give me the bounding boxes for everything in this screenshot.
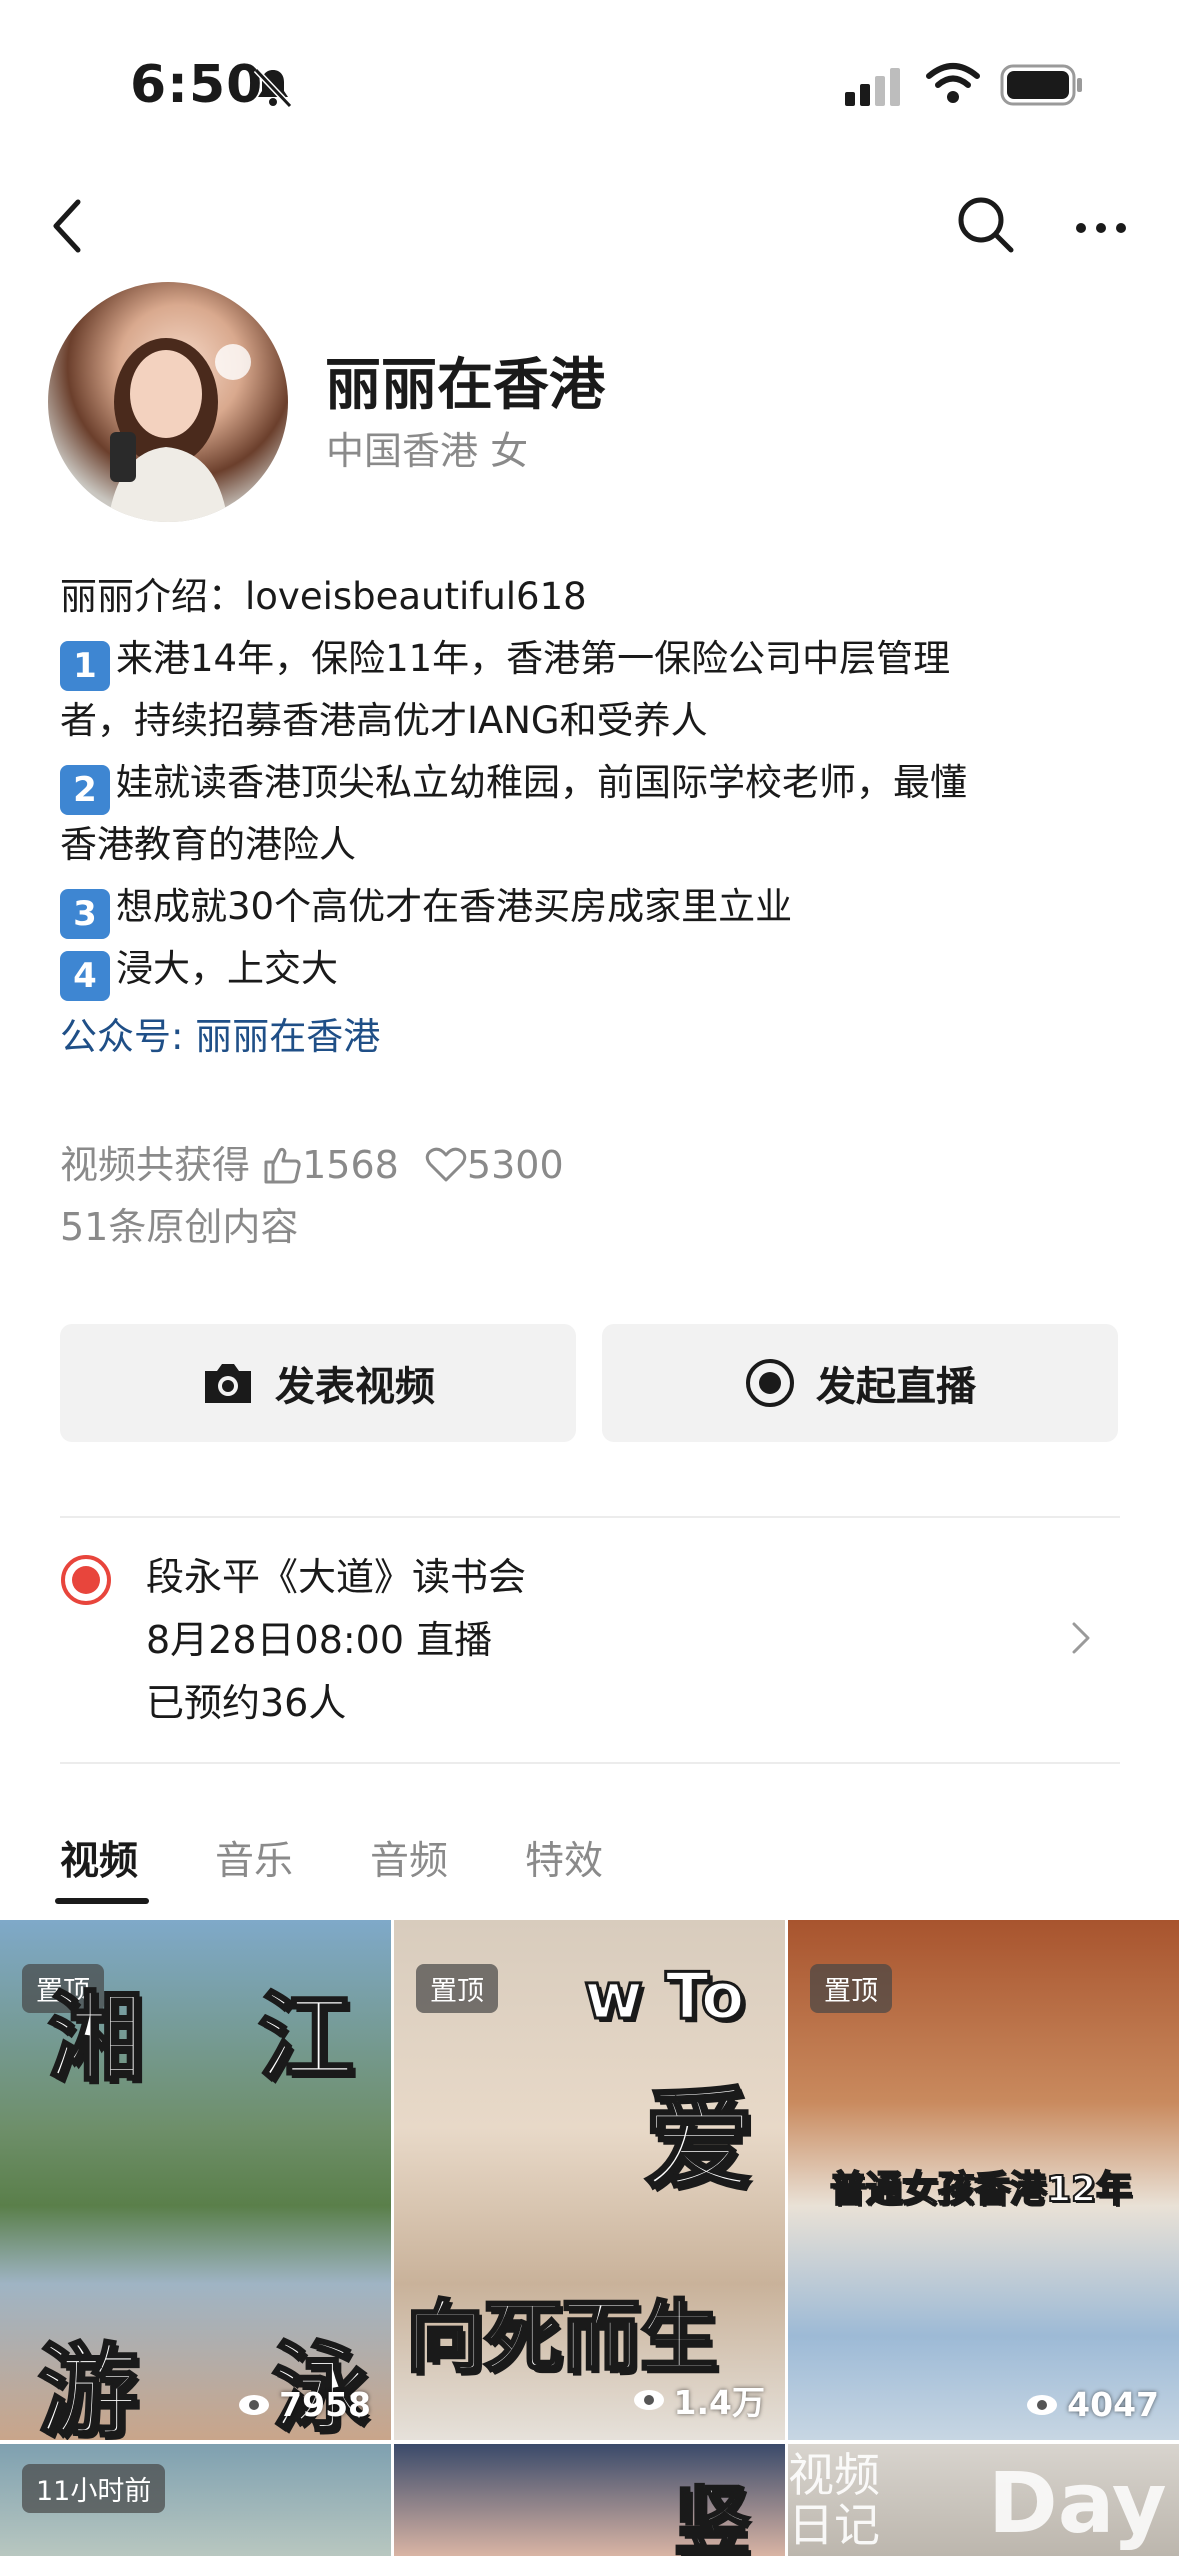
thumbnail-overlay-text: Day	[988, 2454, 1167, 2552]
live-indicator-icon	[61, 1555, 111, 1605]
bio-intro: 丽丽介绍：loveisbeautiful618	[60, 575, 587, 618]
avatar-portrait	[108, 338, 251, 522]
hearts-count: 5300	[466, 1143, 564, 1187]
view-count: 1.4万	[632, 2376, 765, 2424]
live-event-reserved: 已预约36人	[146, 1681, 347, 1725]
video-thumbnail[interactable]: 置顶 普通女孩香港12年 4047	[788, 1920, 1179, 2440]
avatar[interactable]	[48, 282, 288, 522]
thumbnail-overlay-text: 游	[37, 2332, 140, 2441]
tab-underline	[55, 1898, 149, 1904]
original-content-count: 51条原创内容	[60, 1205, 299, 1249]
live-event-time: 8月28日08:00 直播	[146, 1618, 493, 1662]
video-thumbnail[interactable]: 视频 日记 Day	[788, 2444, 1179, 2556]
go-live-button[interactable]: 发起直播	[602, 1324, 1118, 1442]
bio-line: 娃就读香港顶尖私立幼稚园，前国际学校老师，最懂	[116, 761, 967, 804]
number-3-badge: 3	[60, 889, 110, 939]
official-account-link[interactable]: 公众号: 丽丽在香港	[60, 1006, 380, 1068]
tab-audio[interactable]: 音频	[370, 1830, 448, 1886]
profile-name: 丽丽在香港	[325, 353, 605, 418]
thumbnail-overlay-text: 普通女孩香港12年	[829, 2168, 1133, 2211]
eye-icon	[1027, 2394, 1058, 2415]
bio-point-1: 1 来港14年，保险11年，香港第一保险公司中层管理	[60, 628, 950, 691]
bio-point-4: 4 浸大，上交大	[60, 938, 338, 1001]
wifi-icon	[926, 63, 980, 103]
search-icon[interactable]	[955, 194, 1017, 256]
thumbnail-overlay-text: 爱	[643, 2075, 756, 2206]
video-thumbnail[interactable]: 11小时前	[0, 2444, 391, 2556]
number-4-badge: 4	[60, 951, 110, 1001]
profile-location: 中国香港 女	[326, 429, 529, 473]
video-stats: 视频共获得 1568 5300	[60, 1134, 564, 1196]
tab-effects[interactable]: 特效	[525, 1830, 603, 1886]
view-count-value: 7958	[279, 2385, 371, 2424]
eye-icon	[633, 2390, 664, 2410]
view-count: 4047	[1025, 2385, 1159, 2424]
bio-line: 者，持续招募香港高优才IANG和受养人	[60, 699, 708, 742]
divider	[60, 1762, 1120, 1764]
thumbs-up-icon	[264, 1147, 301, 1184]
bio-line: 香港教育的港险人	[60, 823, 356, 866]
chevron-right-icon	[1072, 1622, 1090, 1654]
number-2-badge: 2	[60, 765, 110, 815]
more-icon[interactable]	[1075, 222, 1127, 234]
thumbnail-overlay-text: 竖	[673, 2476, 752, 2556]
bio-point-3: 3 想成就30个高优才在香港买房成家里立业	[60, 876, 792, 939]
pinned-badge: 置顶	[416, 1964, 498, 2013]
thumbnail-overlay-text: 江	[257, 1981, 356, 2096]
stats-prefix: 视频共获得	[60, 1143, 251, 1187]
view-count-value: 1.4万	[673, 2383, 765, 2422]
thumbnail-overlay-text: 湘	[47, 1981, 146, 2096]
post-video-button[interactable]: 发表视频	[60, 1324, 576, 1442]
thumbnail-overlay-text: w To	[583, 1959, 747, 2036]
tab-video[interactable]: 视频	[60, 1830, 138, 1886]
bio-line: 想成就30个高优才在香港买房成家里立业	[116, 885, 793, 928]
bio-line: 浸大，上交大	[116, 947, 338, 990]
tab-music[interactable]: 音乐	[215, 1830, 293, 1886]
number-1-badge: 1	[60, 641, 110, 691]
view-count: 7958	[237, 2385, 371, 2424]
time-badge: 11小时前	[22, 2464, 166, 2513]
divider	[60, 1516, 1120, 1518]
live-record-icon	[746, 1359, 794, 1407]
video-thumbnail[interactable]: 置顶 湘 江 游 泳 7958	[0, 1920, 391, 2440]
thumbnail-overlay-text: 向死而生	[404, 2292, 719, 2385]
heart-icon	[425, 1147, 467, 1182]
bio-line: 来港14年，保险11年，香港第一保险公司中层管理	[116, 637, 951, 680]
thumbnail-overlay-text: 视频	[788, 2448, 880, 2502]
post-video-label: 发表视频	[275, 1364, 435, 1410]
bio-point-2: 2 娃就读香港顶尖私立幼稚园，前国际学校老师，最懂	[60, 752, 967, 815]
camera-icon	[205, 1364, 251, 1403]
thumbnail-overlay-text: 日记	[788, 2498, 880, 2552]
cellular-signal-icon	[845, 68, 900, 106]
video-thumbnail[interactable]: 竖	[394, 2444, 785, 2556]
back-icon[interactable]	[48, 198, 88, 254]
go-live-label: 发起直播	[816, 1364, 976, 1410]
view-count-value: 4047	[1067, 2385, 1159, 2424]
live-event-title: 段永平《大道》读书会	[146, 1555, 527, 1599]
battery-icon	[1000, 64, 1082, 106]
status-time: 6:50	[130, 55, 264, 115]
pinned-badge: 置顶	[810, 1964, 892, 2013]
likes-count: 1568	[302, 1143, 399, 1187]
bell-muted-icon	[253, 67, 293, 109]
video-thumbnail[interactable]: 置顶 w To 爱 向死而生 1.4万	[394, 1920, 785, 2440]
eye-icon	[239, 2394, 270, 2415]
